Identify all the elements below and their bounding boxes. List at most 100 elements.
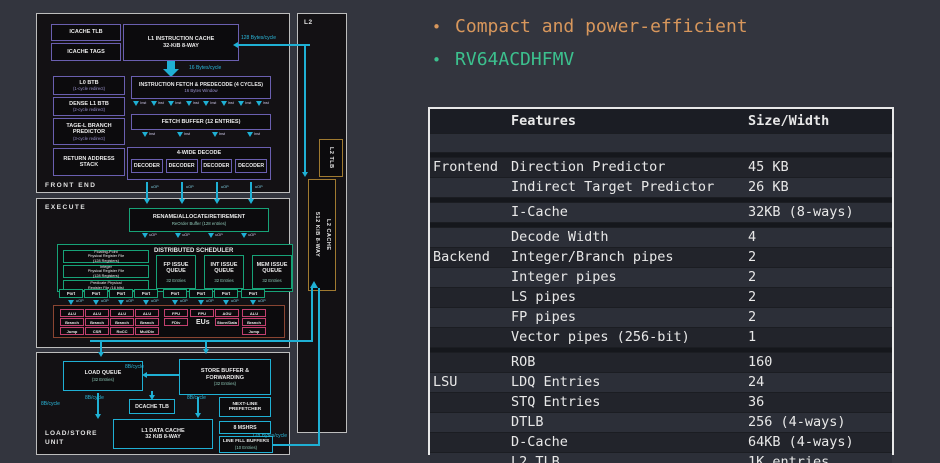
down-arrow-icon — [212, 132, 218, 137]
arrow-item: Inst — [131, 132, 166, 145]
size-cell: 45 KB — [745, 157, 892, 177]
table-row: BackendInteger/Branch pipes2 — [430, 247, 892, 267]
btb-title: RETURN ADDRESS STACK — [54, 156, 124, 169]
lfb-entries: (10 Entries) — [235, 445, 257, 450]
issue-queue-title2: QUEUE — [214, 268, 234, 275]
feature-cell: LDQ Entries — [508, 372, 745, 392]
group-column-header — [430, 109, 508, 133]
group-cell — [430, 307, 508, 327]
group-cell — [430, 352, 508, 372]
arrow-item: uOP — [166, 233, 199, 243]
port-box: Port — [84, 289, 108, 298]
cpu-core-diagram: ICACHE TLB ICACHE TAGS L1 INSTRUCTION CA… — [0, 0, 380, 463]
port-uop-label: uOP — [206, 299, 214, 304]
decode-box: 4-WIDE DECODE DECODERDECODERDECODERDECOD… — [127, 147, 271, 180]
eu-stack: ALUBranchRoCC — [110, 309, 134, 336]
issue-queue-title2: QUEUE — [166, 268, 186, 275]
l2-cache-line2: 512 KiB 8-WAY — [314, 212, 320, 257]
size-cell: 2 — [745, 287, 892, 307]
lsu-section-label-2: UNIT — [45, 439, 64, 446]
arrow-label: Inst — [263, 101, 269, 106]
table-row: ROB160 — [430, 352, 892, 372]
loadstore-panel: LOAD QUEUE (32 Entries) STORE BUFFER & F… — [36, 352, 290, 455]
store-buffer-entries: (32 Entries) — [214, 381, 236, 386]
bullet-dot: • — [432, 18, 441, 36]
icache-tags-box: ICACHE TAGS — [51, 43, 121, 61]
eu-stack: FPUFDiv — [164, 309, 188, 327]
eu-stack: ALUBranchJump — [60, 309, 84, 336]
arrow-item: Inst — [219, 101, 237, 113]
down-arrow-icon — [133, 101, 139, 106]
register-files: Floating-PointPhysical Register File(128… — [63, 250, 149, 291]
feature-cell: Vector pipes (256-bit) — [508, 327, 745, 347]
arrow-item: uOP — [133, 233, 166, 243]
line-fill-buffers-box: LINE FILL BUFFERS (10 Entries) — [219, 436, 273, 453]
store-to-l1d-arrowhead — [195, 413, 201, 418]
arrow-item: Inst — [184, 101, 202, 113]
loadq-to-tlb-arrowhead — [149, 395, 155, 400]
arrow-label: Inst — [175, 101, 181, 106]
l2-tlb-label: L2 TLB — [320, 147, 342, 169]
arrow-label: Inst — [228, 101, 234, 106]
port-uop-label: uOP — [151, 299, 159, 304]
decoder-row: DECODERDECODERDECODERDECODER — [131, 159, 267, 173]
group-cell — [430, 287, 508, 307]
port-box: Port — [214, 289, 238, 298]
table-row: STQ Entries36 — [430, 392, 892, 412]
feature-table: Features Size/Width FrontendDirection Pr… — [428, 107, 894, 455]
dcache-tlb-label: DCACHE TLB — [135, 404, 169, 410]
feature-cell: Decode Width — [508, 227, 745, 247]
register-file-line: (128 Registers) — [93, 259, 119, 263]
eu-stack: ALUBranchMul/Div — [135, 309, 159, 336]
eu-box: Mul/Div — [135, 327, 159, 335]
down-arrow-icon — [238, 101, 244, 106]
arrow-label: Inst — [245, 101, 251, 106]
group-cell — [430, 392, 508, 412]
bw-label-1: 8B/cycle — [125, 364, 144, 370]
arrow-label: Inst — [210, 101, 216, 106]
arrow-item: Inst — [201, 132, 236, 145]
port-box: Port — [109, 289, 133, 298]
arrow-item: Inst — [149, 101, 167, 113]
arrow-label: Inst — [140, 101, 146, 106]
size-cell: 32KB (8-ways) — [745, 202, 892, 222]
branch-predictor-column: L0 BTB(1-cycle redirect)DENSE L1 BTB(2-c… — [53, 76, 125, 178]
size-cell: 4 — [745, 227, 892, 247]
mshrs-box: 8 MSHRS — [219, 421, 271, 434]
predecode-subtitle: 16 Bytes Window — [184, 88, 217, 93]
arrow-item: Inst — [131, 101, 149, 113]
table-row — [430, 133, 892, 152]
eu-box: AGU — [215, 309, 239, 317]
table-header-row: Features Size/Width — [430, 109, 892, 133]
down-arrow-icon — [221, 101, 227, 106]
eu-box: CSR — [85, 327, 109, 335]
store-buffer-box: STORE BUFFER & FORWARDING (32 Entries) — [179, 359, 271, 395]
l1-dcache-box: L1 DATA CACHE 32 KiB 8-WAY — [113, 419, 213, 449]
rob-subtitle: ReOrder Buffer (128 entries) — [172, 221, 226, 226]
arrow-item: uOP — [232, 233, 265, 243]
feature-cell: Integer pipes — [508, 267, 745, 287]
size-cell: 64KB (4-ways) — [745, 432, 892, 452]
eu-stack: FPU — [190, 309, 214, 318]
table-row: LSULDQ Entries24 — [430, 372, 892, 392]
table-row: I-Cache32KB (8-ways) — [430, 202, 892, 222]
btb-subtitle: (3-cycle redirect) — [73, 136, 105, 141]
next-line-prefetcher-box: NEXT-LINE PREFETCHER — [219, 397, 271, 417]
arrow-label: Inst — [149, 132, 155, 137]
eu-box: FDiv — [164, 318, 188, 326]
arrow-label: uOP — [248, 233, 256, 238]
size-cell: 256 (4-ways) — [745, 412, 892, 432]
table-row: D-Cache64KB (4-ways) — [430, 432, 892, 452]
scheduler-box: DISTRIBUTED SCHEDULER Floating-PointPhys… — [57, 244, 293, 292]
down-arrow-icon — [208, 233, 214, 238]
arrow-item: Inst — [236, 132, 271, 145]
eu-box: ALU — [60, 309, 84, 317]
eu-box: Jump — [242, 327, 266, 335]
uop-arrow-row: uOPuOPuOPuOP — [133, 233, 265, 243]
arrow-item: uOP — [199, 233, 232, 243]
eu-box: Branch — [242, 318, 266, 326]
size-cell — [745, 133, 892, 152]
eu-box: Branch — [135, 318, 159, 326]
port-box: Port — [134, 289, 158, 298]
down-arrow-icon — [177, 132, 183, 137]
